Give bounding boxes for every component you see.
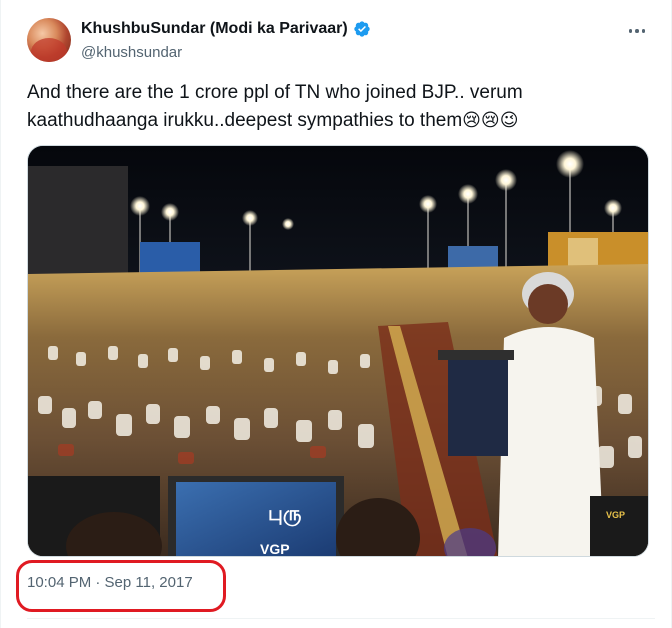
more-options-icon[interactable] (627, 24, 647, 38)
tweet-header: KhushbuSundar (Modi ka Parivaar) @khushs… (27, 16, 655, 66)
tweet-text: And there are the 1 crore ppl of TN who … (27, 79, 637, 135)
screen-label: VGP (260, 541, 290, 557)
timestamp[interactable]: 10:04 PM · Sep 11, 2017 (27, 574, 193, 591)
author-name-row: KhushbuSundar (Modi ka Parivaar) (81, 20, 371, 38)
divider (27, 618, 655, 619)
tweet-emojis: 😢😢😉 (462, 110, 519, 131)
avatar[interactable] (27, 18, 71, 62)
tweet-body: And there are the 1 crore ppl of TN who … (27, 82, 523, 131)
display-name[interactable]: KhushbuSundar (Modi ka Parivaar) (81, 20, 348, 38)
screen-title: புரு (268, 501, 302, 527)
handle[interactable]: @khushsundar (81, 44, 182, 61)
tweet-card: KhushbuSundar (Modi ka Parivaar) @khushs… (0, 0, 672, 628)
podium-label: VGP (606, 510, 625, 520)
verified-badge-icon (354, 21, 370, 37)
tweet-photo[interactable]: புரு VGP VGP (27, 145, 649, 557)
timestamp-text[interactable]: 10:04 PM · Sep 11, 2017 (27, 574, 193, 591)
